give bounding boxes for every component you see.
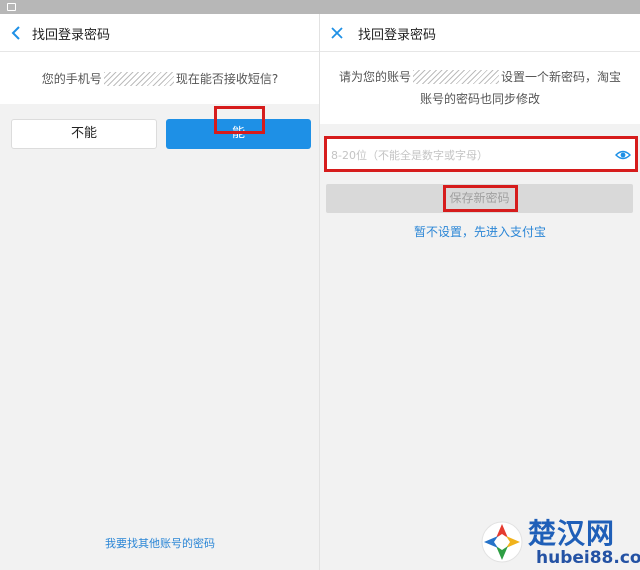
prompt-text-before: 请为您的账号 <box>338 70 411 84</box>
eye-icon[interactable] <box>615 147 631 163</box>
sms-prompt: 您的手机号 现在能否接收短信? <box>0 52 320 104</box>
cannot-button[interactable]: 不能 <box>11 119 157 149</box>
page-title: 找回登录密码 <box>358 28 437 43</box>
status-icon <box>7 3 16 11</box>
left-pane: 找回登录密码 您的手机号 现在能否接收短信? 不能 能 我要找其他账号的密码 <box>0 14 320 570</box>
watermark: 楚汉网 hubei88.com <box>476 510 640 570</box>
nav-bar: 找回登录密码 <box>0 14 320 52</box>
masked-phone-number <box>103 72 174 86</box>
right-pane: 找回登录密码 请为您的账号设置一个新密码，淘宝 账号的密码也同步修改 保存新密码… <box>320 14 640 570</box>
page-title: 找回登录密码 <box>32 28 111 43</box>
prompt-text-before: 您的手机号 <box>41 72 102 86</box>
back-arrow-icon[interactable] <box>8 23 26 43</box>
watermark-domain: hubei88.com <box>536 548 640 568</box>
nav-bar: 找回登录密码 <box>320 14 640 52</box>
watermark-logo-icon <box>481 521 523 563</box>
watermark-text: 楚汉网 <box>528 517 616 550</box>
password-field-container <box>324 136 638 172</box>
new-password-input[interactable] <box>331 145 601 165</box>
close-icon[interactable] <box>328 23 346 43</box>
skip-to-alipay-link[interactable]: 暂不设置，先进入支付宝 <box>320 223 640 240</box>
highlight-box <box>443 185 518 212</box>
masked-account <box>413 70 499 84</box>
prompt-text-after: 现在能否接收短信? <box>175 72 279 86</box>
prompt-text-line2: 账号的密码也同步修改 <box>419 92 540 106</box>
status-strip <box>0 0 640 14</box>
find-other-account-link[interactable]: 我要找其他账号的密码 <box>0 535 320 551</box>
highlight-box <box>214 106 265 134</box>
reset-prompt: 请为您的账号 设置一个新密码，淘宝 账号的密码也同步修改 <box>320 52 640 124</box>
prompt-text-after: 设置一个新密码，淘宝 <box>501 70 622 84</box>
